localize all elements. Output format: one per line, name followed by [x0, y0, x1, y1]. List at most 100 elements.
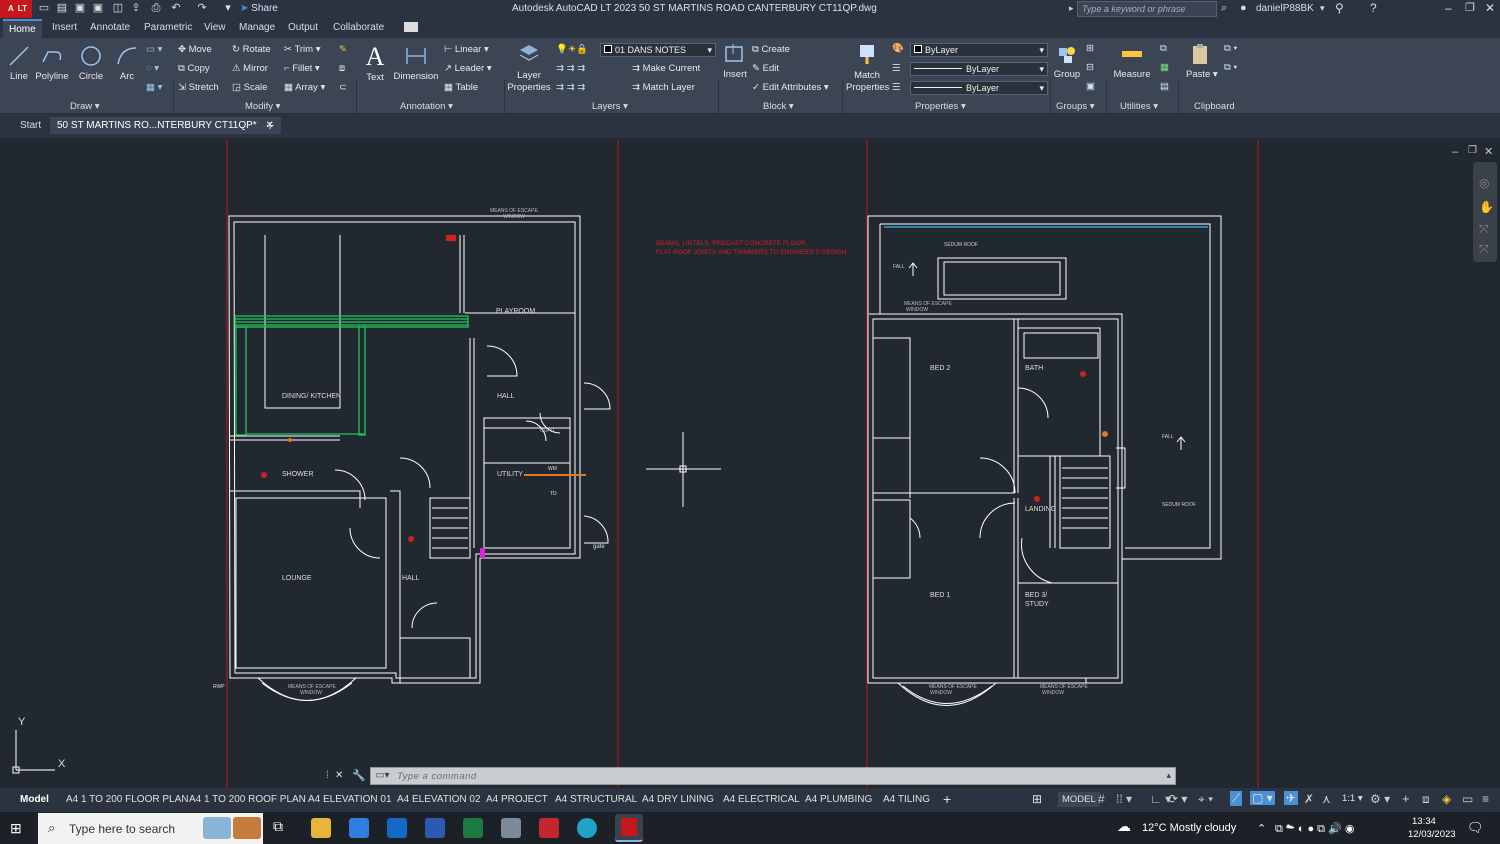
- scale-dropdown[interactable]: 1:1 ▾: [1342, 793, 1363, 804]
- zoom-extents-icon[interactable]: ⤧: [1479, 222, 1489, 237]
- layer-properties-button[interactable]: Layer Properties: [506, 42, 552, 94]
- layer-state-icons[interactable]: 💡☀🔒: [556, 44, 588, 55]
- upload-icon[interactable]: ⇪: [130, 2, 142, 15]
- tab-layout[interactable]: A4 1 TO 200 FLOOR PLAN: [66, 794, 188, 805]
- copy-clip-icon[interactable]: ⧉ ▾: [1224, 62, 1237, 73]
- command-grip-icon[interactable]: ⁞: [326, 770, 329, 781]
- start-tab[interactable]: Start: [20, 120, 41, 131]
- lineweight-dropdown[interactable]: ByLayer ▾: [910, 81, 1048, 95]
- tab-layout[interactable]: A4 ELECTRICAL: [723, 794, 800, 805]
- group-button[interactable]: Group: [1052, 42, 1082, 80]
- weather-cloud-icon[interactable]: ☁: [1117, 818, 1131, 835]
- taskbar-search-input[interactable]: ⌕ Type here to search: [38, 813, 263, 844]
- status-menu-icon[interactable]: ≡: [1482, 792, 1489, 806]
- command-expand-icon[interactable]: ▴: [1166, 770, 1171, 781]
- help-icon[interactable]: ?: [1370, 1, 1377, 15]
- command-history-icon[interactable]: ▭▾: [375, 770, 389, 781]
- create-block-button[interactable]: ⧉ Create: [752, 44, 790, 55]
- excel-icon[interactable]: [463, 818, 483, 838]
- layer-dropdown[interactable]: 01 DANS NOTES ▾: [600, 43, 716, 57]
- tab-manage[interactable]: Manage: [239, 22, 275, 33]
- block-panel-label[interactable]: Block ▾: [763, 101, 794, 112]
- notifications-icon[interactable]: 🗨: [1467, 820, 1484, 836]
- calculator-app-icon[interactable]: [501, 818, 521, 838]
- move-button[interactable]: ✥ Move: [178, 44, 212, 55]
- clock-date[interactable]: 12/03/2023: [1408, 829, 1456, 840]
- hardware-acceleration-icon[interactable]: ◈: [1442, 792, 1451, 806]
- word-icon[interactable]: [425, 818, 445, 838]
- layer-tools2-icons[interactable]: ⇉ ⇉ ⇉: [556, 82, 585, 93]
- groups-panel-label[interactable]: Groups ▾: [1056, 101, 1095, 112]
- hatch-icon[interactable]: ◌ ▾: [146, 63, 159, 74]
- open-file-icon[interactable]: ▤: [56, 2, 68, 15]
- tab-home[interactable]: Home: [3, 19, 42, 38]
- arc-button[interactable]: Arc: [114, 44, 140, 82]
- auto-scale-icon[interactable]: ✗: [1304, 792, 1314, 806]
- insert-button[interactable]: Insert: [721, 42, 749, 80]
- weather-text[interactable]: 12°C Mostly cloudy: [1142, 822, 1236, 834]
- store-icon[interactable]: [349, 818, 369, 838]
- ribbon-toggle-icon[interactable]: [404, 22, 418, 32]
- color-dropdown[interactable]: ByLayer ▾: [910, 43, 1048, 57]
- tab-layout[interactable]: A4 TILING: [883, 794, 930, 805]
- modify-panel-label[interactable]: Modify ▾: [245, 101, 280, 112]
- paste-button[interactable]: Paste ▾: [1186, 42, 1218, 80]
- expand-arrow-icon[interactable]: ▸: [1069, 3, 1074, 14]
- match-properties-button[interactable]: Match Properties: [846, 42, 889, 94]
- mirror-button[interactable]: ⚠ Mirror: [232, 63, 268, 74]
- new-file-icon[interactable]: ▭: [38, 2, 50, 15]
- erase-icon[interactable]: ✎: [339, 44, 347, 55]
- copy-button[interactable]: ⧉ Copy: [178, 63, 210, 74]
- add-icon[interactable]: +: [1402, 791, 1410, 806]
- tab-annotate[interactable]: Annotate: [90, 22, 130, 33]
- active-drawing-tab[interactable]: 50 ST MARTINS RO...NTERBURY CT11QP* ✕: [50, 117, 281, 134]
- tray-overflow-icon[interactable]: ⌃: [1257, 822, 1266, 835]
- line-button[interactable]: Line: [6, 44, 32, 82]
- tab-layout[interactable]: A4 PROJECT: [486, 794, 548, 805]
- trim-button[interactable]: ✂ Trim ▾: [284, 44, 321, 55]
- restore-icon[interactable]: ❐: [1465, 1, 1475, 14]
- search-icon[interactable]: ⌕: [1221, 2, 1227, 15]
- layout-grid-icon[interactable]: ⊞: [1032, 792, 1042, 806]
- user-dropdown-icon[interactable]: ▾: [1320, 3, 1325, 14]
- annotation-panel-label[interactable]: Annotation ▾: [400, 101, 453, 112]
- clipboard-panel-label[interactable]: Clipboard: [1194, 101, 1235, 112]
- match-layer-button[interactable]: ⇉ Match Layer: [632, 82, 695, 93]
- linear-button[interactable]: ⊢ Linear ▾: [444, 44, 489, 55]
- share-button[interactable]: ➤ Share: [240, 3, 278, 14]
- offset-icon[interactable]: ⊂: [339, 82, 347, 93]
- rotate-button[interactable]: ↻ Rotate: [232, 44, 271, 55]
- annotation-visibility-icon[interactable]: ✈: [1284, 791, 1299, 805]
- outlook-icon[interactable]: [387, 818, 407, 838]
- calculator-icon[interactable]: ▦: [1160, 62, 1169, 73]
- save-as-icon[interactable]: ▣: [92, 2, 104, 15]
- layer-tools-icons[interactable]: ⇉ ⇉ ⇉: [556, 63, 585, 74]
- save-icon[interactable]: ▣: [74, 2, 86, 15]
- group-edit-icon[interactable]: ⊟: [1086, 62, 1094, 73]
- workspace-gear-icon[interactable]: ⚙ ▾: [1370, 792, 1390, 806]
- rectangle-icon[interactable]: ▭ ▾: [146, 44, 162, 55]
- navigation-bar[interactable]: ◎ ✋ ⤧ ⤧: [1473, 162, 1497, 262]
- color-wheel-icon[interactable]: 🎨: [892, 43, 904, 54]
- draw-panel-label[interactable]: Draw ▾: [70, 101, 100, 112]
- object-snap-tracking-icon[interactable]: ⟋: [1230, 791, 1243, 806]
- web-save-icon[interactable]: ◫: [112, 2, 124, 15]
- annotation-scale-icon[interactable]: ⋏: [1322, 792, 1331, 806]
- clock-time[interactable]: 13:34: [1412, 816, 1436, 827]
- task-view-icon[interactable]: ⧉: [273, 818, 293, 838]
- leader-button[interactable]: ↗ Leader ▾: [444, 63, 492, 74]
- add-layout-icon[interactable]: +: [943, 791, 951, 807]
- id-point-icon[interactable]: ▤: [1160, 81, 1169, 92]
- isodraft-icon[interactable]: ⌖ ▾: [1198, 792, 1213, 807]
- lineweight-icon[interactable]: ☰: [892, 82, 901, 93]
- customize-wrench-icon[interactable]: 🔧: [352, 769, 366, 782]
- tray-icons[interactable]: ⧉ ☁ ◐ ● ⧉ 🔊 ◉: [1275, 822, 1354, 836]
- edit-block-button[interactable]: ✎ Edit: [752, 63, 779, 74]
- tab-layout[interactable]: A4 1 TO 200 ROOF PLAN: [189, 794, 306, 805]
- tab-insert[interactable]: Insert: [52, 22, 77, 33]
- tab-collaborate[interactable]: Collaborate: [333, 22, 384, 33]
- tab-layout[interactable]: A4 DRY LINING: [642, 794, 714, 805]
- minimize-icon[interactable]: –: [1445, 1, 1452, 15]
- new-tab-icon[interactable]: +: [266, 117, 274, 133]
- tab-layout[interactable]: A4 STRUCTURAL: [555, 794, 637, 805]
